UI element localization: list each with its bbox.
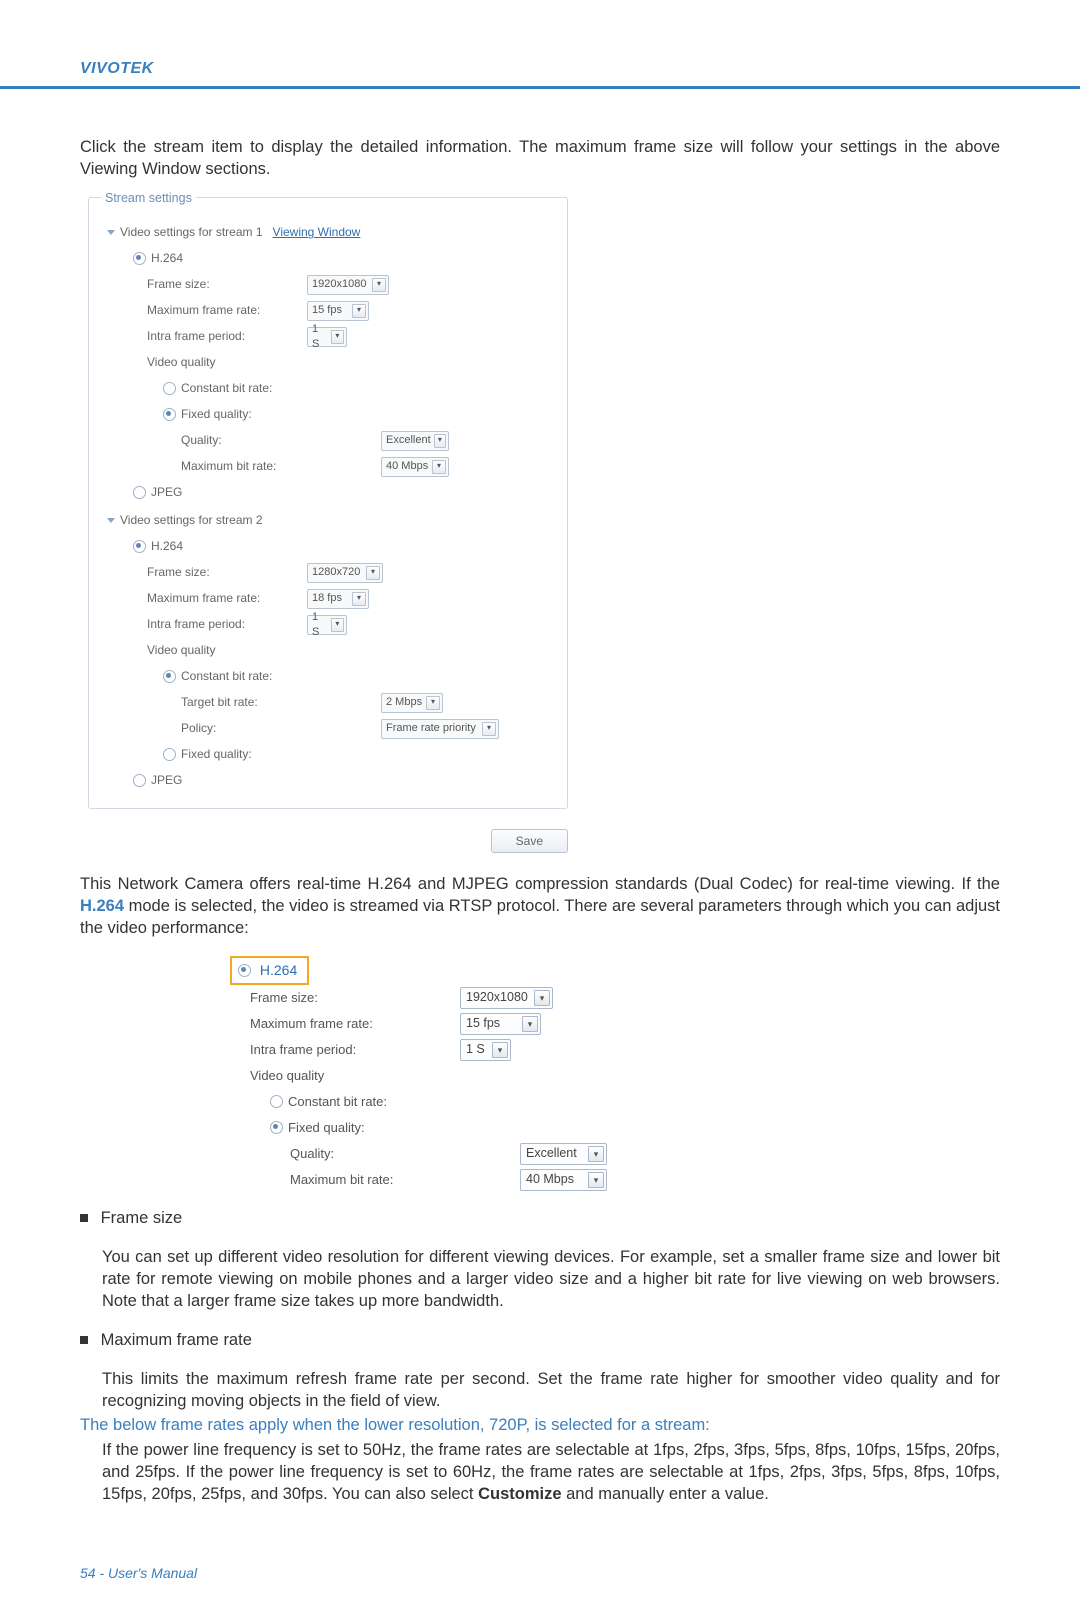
chevron-down-icon: ▾ — [534, 990, 550, 1006]
chevron-down-icon: ▾ — [588, 1172, 604, 1188]
chevron-down-icon: ▾ — [588, 1146, 604, 1162]
iso-fq-label: Fixed quality: — [288, 1119, 365, 1137]
max-frame-rate-heading: Maximum frame rate — [101, 1331, 252, 1349]
s1-intra-label: Intra frame period: — [107, 328, 307, 344]
chevron-down-icon: ▾ — [434, 434, 446, 448]
iso-frame-size-select[interactable]: 1920x1080▾ — [460, 987, 553, 1009]
s1-max-fr-label: Maximum frame rate: — [107, 302, 307, 318]
s1-vq-label: Video quality — [107, 354, 307, 370]
chevron-down-icon: ▾ — [432, 460, 446, 474]
codec-jpeg-label-s1: JPEG — [151, 484, 182, 500]
iso-quality-select[interactable]: Excellent▾ — [520, 1143, 607, 1165]
s1-frame-size-label: Frame size: — [107, 276, 307, 292]
iso-max-fr-label: Maximum frame rate: — [230, 1015, 460, 1033]
customize-bold: Customize — [478, 1485, 561, 1503]
chevron-down-icon: ▾ — [522, 1016, 538, 1032]
bullet-icon — [80, 1214, 88, 1222]
radio-jpeg-s2[interactable] — [133, 774, 146, 787]
chevron-down-icon: ▾ — [331, 330, 344, 344]
chevron-down-icon: ▾ — [492, 1042, 508, 1058]
s2-max-fr-label: Maximum frame rate: — [107, 590, 307, 606]
chevron-down-icon: ▾ — [352, 592, 366, 606]
s1-cbr-radio[interactable] — [163, 382, 176, 395]
dual-codec-paragraph: This Network Camera offers real-time H.2… — [80, 873, 1000, 940]
s2-fq-radio[interactable] — [163, 748, 176, 761]
codec-h264-label: H.264 — [151, 250, 183, 266]
h264-highlight-box: H.264 — [230, 956, 309, 985]
max-frame-rate-note: The below frame rates apply when the low… — [80, 1414, 1000, 1436]
max-frame-rate-text1: This limits the maximum refresh frame ra… — [102, 1368, 1000, 1413]
s1-fq-radio[interactable] — [163, 408, 176, 421]
iso-cbr-label: Constant bit rate: — [288, 1093, 387, 1111]
frame-size-heading: Frame size — [101, 1209, 183, 1227]
s1-quality-label: Quality: — [107, 432, 381, 448]
iso-maxbr-label: Maximum bit rate: — [230, 1171, 520, 1189]
stream1-header[interactable]: Video settings for stream 1 — [120, 224, 263, 240]
s2-intra-select[interactable]: 1 S▾ — [307, 615, 347, 635]
chevron-down-icon: ▾ — [331, 618, 344, 632]
chevron-down-icon: ▾ — [482, 722, 496, 736]
panel-title: Stream settings — [101, 190, 196, 207]
s1-maxbr-select[interactable]: 40 Mbps▾ — [381, 457, 449, 477]
iso-intra-select[interactable]: 1 S▾ — [460, 1039, 511, 1061]
s2-targetbr-label: Target bit rate: — [107, 694, 381, 710]
frame-size-text: You can set up different video resolutio… — [102, 1246, 1000, 1313]
max-frame-rate-text2: If the power line frequency is set to 50… — [102, 1439, 1000, 1506]
iso-maxbr-select[interactable]: 40 Mbps▾ — [520, 1169, 607, 1191]
s1-intra-select[interactable]: 1 S▾ — [307, 327, 347, 347]
s1-max-fr-select[interactable]: 15 fps▾ — [307, 301, 369, 321]
s2-policy-select[interactable]: Frame rate priority▾ — [381, 719, 499, 739]
bullet-icon — [80, 1336, 88, 1344]
iso-intra-label: Intra frame period: — [230, 1041, 460, 1059]
s1-maxbr-label: Maximum bit rate: — [107, 458, 381, 474]
s1-fq-label: Fixed quality: — [181, 406, 252, 422]
s2-targetbr-select[interactable]: 2 Mbps▾ — [381, 693, 443, 713]
iso-max-fr-select[interactable]: 15 fps▾ — [460, 1013, 541, 1035]
page-footer: 54 - User's Manual — [0, 1565, 1080, 1581]
stream-settings-panel: Stream settings Video settings for strea… — [88, 197, 568, 809]
radio-h264-s1[interactable] — [133, 252, 146, 265]
h264-highlight: H.264 — [80, 897, 124, 915]
chevron-down-icon: ▾ — [366, 566, 380, 580]
radio-h264-iso[interactable] — [238, 964, 251, 977]
s2-max-fr-select[interactable]: 18 fps▾ — [307, 589, 369, 609]
codec-jpeg-label-s2: JPEG — [151, 772, 182, 788]
s2-cbr-label: Constant bit rate: — [181, 668, 272, 684]
iso-fq-radio[interactable] — [270, 1121, 283, 1134]
viewing-window-link[interactable]: Viewing Window — [273, 224, 361, 240]
s2-frame-size-select[interactable]: 1280x720▾ — [307, 563, 383, 583]
intro-paragraph: Click the stream item to display the det… — [80, 136, 1000, 181]
save-button[interactable]: Save — [491, 829, 568, 853]
radio-h264-s2[interactable] — [133, 540, 146, 553]
chevron-down-icon: ▾ — [426, 696, 440, 710]
stream2-header[interactable]: Video settings for stream 2 — [120, 512, 263, 528]
s1-quality-select[interactable]: Excellent▾ — [381, 431, 449, 451]
brand-title: VIVOTEK — [80, 60, 154, 77]
s2-intra-label: Intra frame period: — [107, 616, 307, 632]
s1-cbr-label: Constant bit rate: — [181, 380, 272, 396]
iso-vq-label: Video quality — [230, 1067, 460, 1085]
radio-jpeg-s1[interactable] — [133, 486, 146, 499]
iso-cbr-radio[interactable] — [270, 1095, 283, 1108]
expand-icon[interactable] — [107, 230, 115, 235]
iso-quality-label: Quality: — [230, 1145, 520, 1163]
expand-icon[interactable] — [107, 518, 115, 523]
s2-fq-label: Fixed quality: — [181, 746, 252, 762]
s2-policy-label: Policy: — [107, 720, 381, 736]
chevron-down-icon: ▾ — [352, 304, 366, 318]
s2-cbr-radio[interactable] — [163, 670, 176, 683]
s2-vq-label: Video quality — [107, 642, 307, 658]
s2-frame-size-label: Frame size: — [107, 564, 307, 580]
s1-frame-size-select[interactable]: 1920x1080▾ — [307, 275, 389, 295]
h264-detail-block: H.264 Frame size: 1920x1080▾ Maximum fra… — [230, 956, 640, 1193]
iso-frame-size-label: Frame size: — [230, 989, 460, 1007]
codec-h264-label-s2: H.264 — [151, 538, 183, 554]
chevron-down-icon: ▾ — [372, 278, 386, 292]
